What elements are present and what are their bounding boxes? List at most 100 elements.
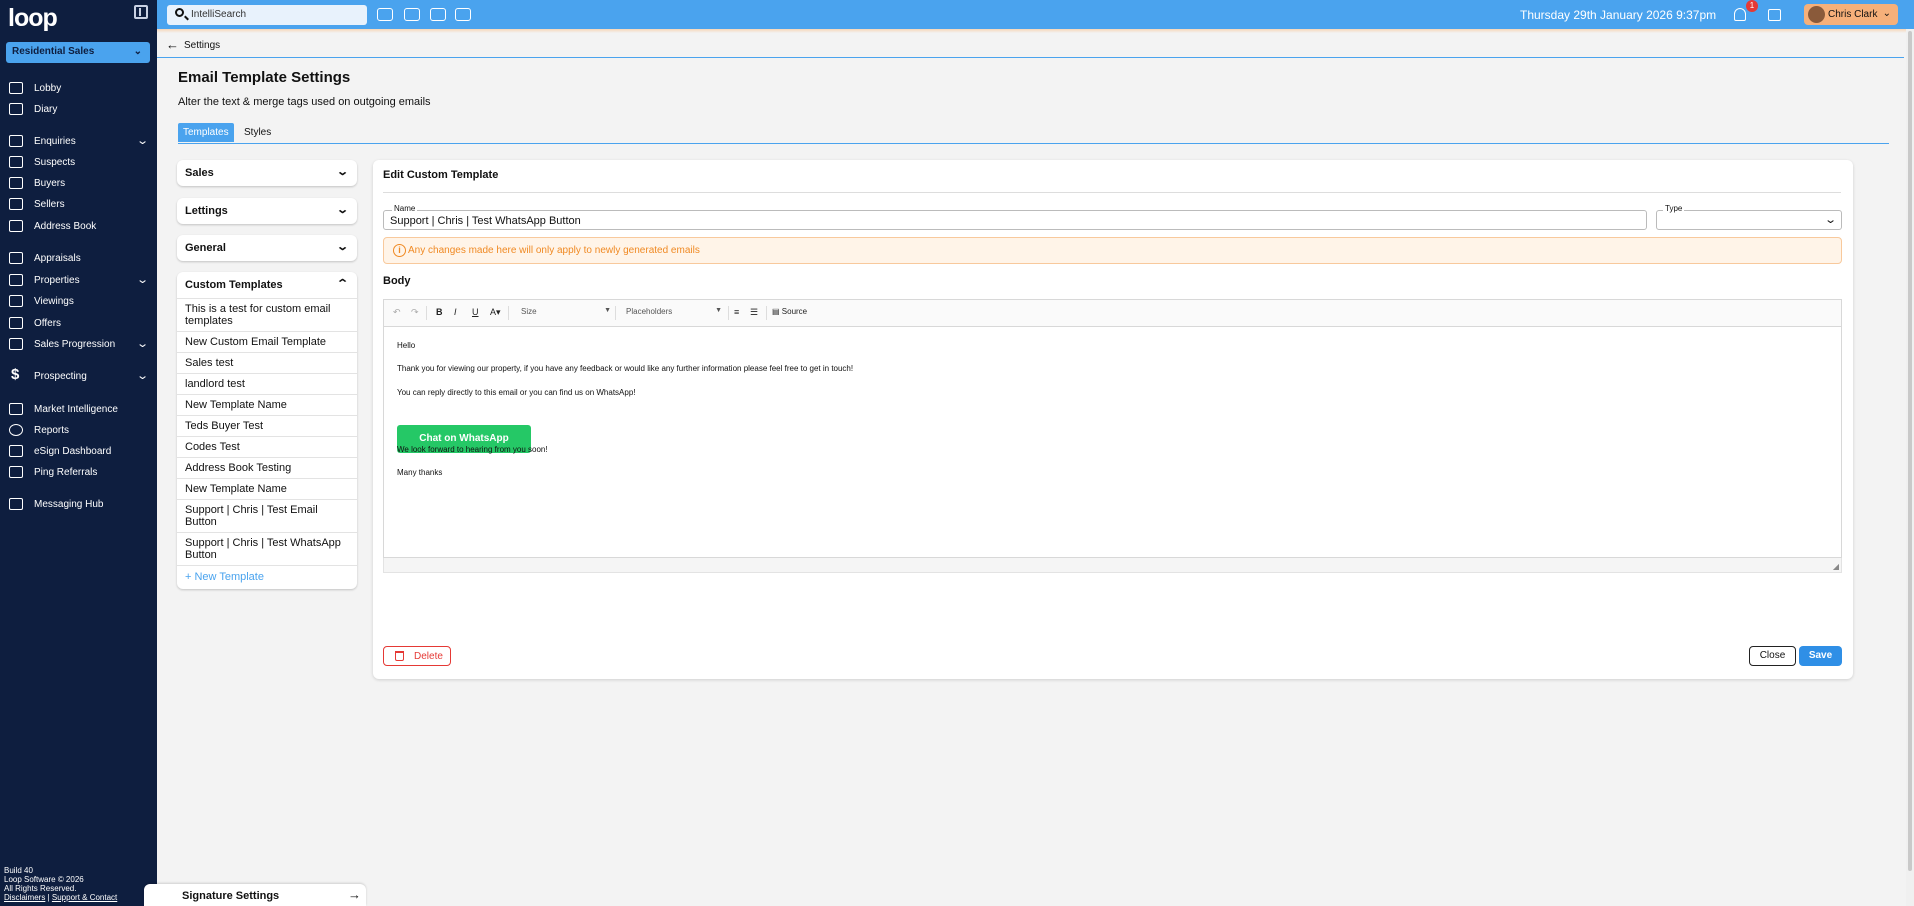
card-title: Edit Custom Template <box>383 169 499 181</box>
text-color-button[interactable]: A▾ <box>490 307 501 318</box>
accordion-sales[interactable]: Sales ⌄ <box>177 160 357 186</box>
accordion-header[interactable]: Custom Templates ⌃ <box>177 272 357 298</box>
font-size-select[interactable]: Size ▼ <box>521 307 611 316</box>
italic-button[interactable]: I <box>454 307 457 317</box>
inbox-icon <box>9 135 23 147</box>
list-item[interactable]: Support | Chris | Test Email Button <box>177 499 357 532</box>
sidebar-item-label: Viewings <box>34 296 74 307</box>
sidebar-item-buyers[interactable]: Buyers <box>0 175 157 193</box>
name-field[interactable]: Support | Chris | Test WhatsApp Button <box>383 210 1647 230</box>
breadcrumb[interactable]: Settings <box>184 40 220 51</box>
separator <box>508 306 509 320</box>
accordion-lettings[interactable]: Lettings ⌄ <box>177 198 357 224</box>
sidebar-item-messaging-hub[interactable]: Messaging Hub <box>0 496 157 514</box>
sidebar-item-appraisals[interactable]: Appraisals <box>0 250 157 268</box>
sidebar-item-label: Sales Progression <box>34 339 116 350</box>
sidebar-item-offers[interactable]: Offers <box>0 315 157 333</box>
list-item[interactable]: Address Book Testing <box>177 457 357 478</box>
body-greeting: Hello <box>397 341 416 350</box>
support-link[interactable]: Support & Contact <box>52 893 117 902</box>
editor-toolbar: ↶ ↷ B I U A▾ Size ▼ Placeholders ▼ ≡ ☰ ▤ S… <box>383 299 1842 327</box>
sidebar-item-lobby[interactable]: Lobby <box>0 80 157 98</box>
font-size-label: Size <box>521 307 537 316</box>
separator <box>615 306 616 320</box>
sidebar-item-prospecting[interactable]: $ Prospecting ⌄ <box>0 366 157 386</box>
sidebar-item-label: Suspects <box>34 157 76 168</box>
numbered-list-icon[interactable]: ≡ <box>734 307 739 317</box>
loop-logo[interactable]: loop <box>8 4 58 33</box>
list-item[interactable]: Codes Test <box>177 436 357 457</box>
underline-button[interactable]: U <box>472 307 479 317</box>
progression-icon <box>9 338 23 350</box>
new-template-button[interactable]: + New Template <box>177 565 357 589</box>
body-line-3: We look forward to hearing from you soon… <box>397 445 548 454</box>
resize-handle-icon[interactable]: ◢ <box>1833 562 1839 571</box>
signature-settings-button[interactable]: Signature Settings → <box>144 884 366 906</box>
intellisearch-input[interactable]: IntelliSearch <box>167 5 367 25</box>
sidebar-item-label: Offers <box>34 318 62 329</box>
save-button[interactable]: Save <box>1799 646 1842 666</box>
eye-icon <box>9 295 23 307</box>
sidebar-item-diary[interactable]: Diary <box>0 101 157 119</box>
sidebar-item-sellers[interactable]: Sellers <box>0 196 157 214</box>
sidebar-item-label: Prospecting <box>34 371 87 382</box>
page-title: Email Template Settings <box>178 69 351 86</box>
search-icon <box>175 8 184 17</box>
list-item[interactable]: New Template Name <box>177 394 357 415</box>
gavel-icon <box>9 317 23 329</box>
add-property-icon[interactable] <box>404 8 420 21</box>
sidebar-item-reports[interactable]: Reports <box>0 422 157 440</box>
calendar-icon[interactable] <box>1768 9 1781 21</box>
sidebar-item-properties[interactable]: Properties ⌄ <box>0 272 157 290</box>
sidebar-item-suspects[interactable]: Suspects <box>0 154 157 172</box>
scrollbar-thumb[interactable] <box>1908 31 1912 871</box>
tab-templates[interactable]: Templates <box>178 123 234 142</box>
disclaimers-link[interactable]: Disclaimers <box>4 893 45 902</box>
separator <box>426 306 427 320</box>
chevron-down-icon: ⌄ <box>135 370 149 382</box>
sidebar-item-enquiries[interactable]: Enquiries ⌄ <box>0 133 157 151</box>
delete-button[interactable]: Delete <box>383 646 451 666</box>
sidebar: loop Residential Sales ⌄ Lobby Diary Enq… <box>0 0 157 906</box>
warning-banner: i Any changes made here will only apply … <box>383 237 1842 264</box>
sidebar-item-label: Enquiries <box>34 136 76 147</box>
chevron-down-icon: ⌄ <box>335 204 349 216</box>
sidebar-item-sales-progression[interactable]: Sales Progression ⌄ <box>0 336 157 354</box>
redo-icon[interactable]: ↷ <box>411 307 419 318</box>
list-item[interactable]: This is a test for custom email template… <box>177 298 357 331</box>
tab-styles[interactable]: Styles <box>239 123 276 142</box>
email-body-editor[interactable]: Hello Thank you for viewing our property… <box>383 327 1842 558</box>
list-item[interactable]: New Template Name <box>177 478 357 499</box>
add-offer-icon[interactable] <box>455 8 471 21</box>
placeholders-select[interactable]: Placeholders ▼ <box>626 307 722 316</box>
chevron-down-icon: ⌄ <box>135 338 149 350</box>
esign-icon <box>9 445 23 457</box>
sidebar-item-viewings[interactable]: Viewings <box>0 293 157 311</box>
user-menu[interactable]: Chris Clark ⌄ <box>1804 4 1898 25</box>
rights: All Rights Reserved. <box>4 884 77 893</box>
sidebar-item-market-intelligence[interactable]: Market Intelligence <box>0 401 157 419</box>
sidebar-item-address-book[interactable]: Address Book <box>0 218 157 236</box>
list-item[interactable]: Teds Buyer Test <box>177 415 357 436</box>
bell-icon[interactable] <box>1734 8 1746 21</box>
list-item[interactable]: landlord test <box>177 373 357 394</box>
close-button[interactable]: Close <box>1749 646 1796 666</box>
building-icon <box>9 274 23 286</box>
back-arrow-icon[interactable]: ← <box>166 37 179 52</box>
accordion-general[interactable]: General ⌄ <box>177 235 357 261</box>
branch-selector[interactable]: Residential Sales ⌄ <box>6 42 150 63</box>
add-contact-icon[interactable] <box>377 8 393 21</box>
sidebar-item-label: Sellers <box>34 199 65 210</box>
bulleted-list-icon[interactable]: ☰ <box>750 307 758 318</box>
bold-button[interactable]: B <box>436 307 443 317</box>
sidebar-item-ping-referrals[interactable]: Ping Referrals <box>0 464 157 482</box>
type-select[interactable]: ⌄ <box>1656 210 1842 230</box>
list-item[interactable]: New Custom Email Template <box>177 331 357 352</box>
sidebar-item-esign-dashboard[interactable]: eSign Dashboard <box>0 443 157 461</box>
list-item[interactable]: Sales test <box>177 352 357 373</box>
list-item[interactable]: Support | Chris | Test WhatsApp Button <box>177 532 357 565</box>
add-viewing-icon[interactable] <box>430 8 446 21</box>
collapse-sidebar-icon[interactable] <box>134 5 148 19</box>
source-button[interactable]: ▤ Source <box>772 307 807 316</box>
undo-icon[interactable]: ↶ <box>393 307 401 318</box>
